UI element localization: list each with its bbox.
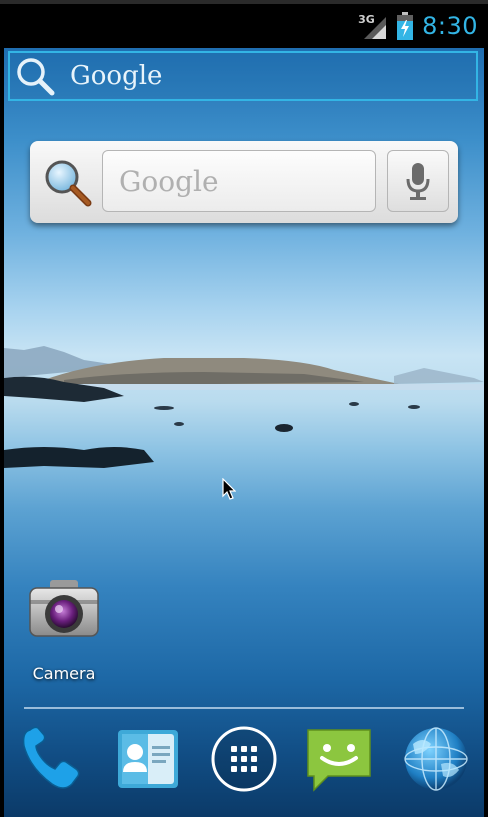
microphone-icon	[406, 163, 430, 200]
dock-contacts[interactable]	[112, 724, 182, 794]
search-icon	[17, 58, 55, 96]
mouse-pointer-icon	[222, 478, 236, 500]
dock-browser[interactable]	[401, 724, 471, 794]
messaging-icon	[307, 729, 371, 792]
top-search-bar[interactable]: Google	[8, 51, 478, 101]
phone-screen: 3G 8:30 Google Google Camera	[0, 0, 488, 817]
search-input[interactable]: Google	[102, 150, 376, 212]
status-bar: 3G 8:30	[0, 4, 488, 48]
globe-icon	[404, 727, 468, 791]
contacts-icon	[118, 730, 178, 788]
top-search-label: Google	[70, 61, 163, 91]
apps-grid-icon	[211, 726, 277, 792]
home-screen: Google Google Camera	[4, 48, 484, 817]
dock-messaging[interactable]	[304, 724, 374, 794]
battery-charging-icon	[396, 12, 414, 40]
voice-search-button[interactable]	[387, 150, 449, 212]
camera-shortcut[interactable]: Camera	[24, 576, 104, 688]
google-search-widget: Google	[30, 141, 458, 223]
wallpaper-landscape	[4, 346, 484, 468]
dock-phone[interactable]	[16, 724, 86, 794]
search-icon[interactable]	[40, 155, 94, 209]
camera-icon	[29, 580, 99, 637]
status-indicators: 3G 8:30	[358, 4, 478, 48]
dock-divider	[24, 707, 464, 709]
phone-icon	[22, 726, 80, 789]
clock: 8:30	[422, 12, 478, 40]
dock-all-apps[interactable]	[209, 724, 279, 794]
signal-icon: 3G	[358, 11, 388, 41]
search-input-label: Google	[119, 164, 219, 198]
app-label: Camera	[32, 664, 96, 683]
